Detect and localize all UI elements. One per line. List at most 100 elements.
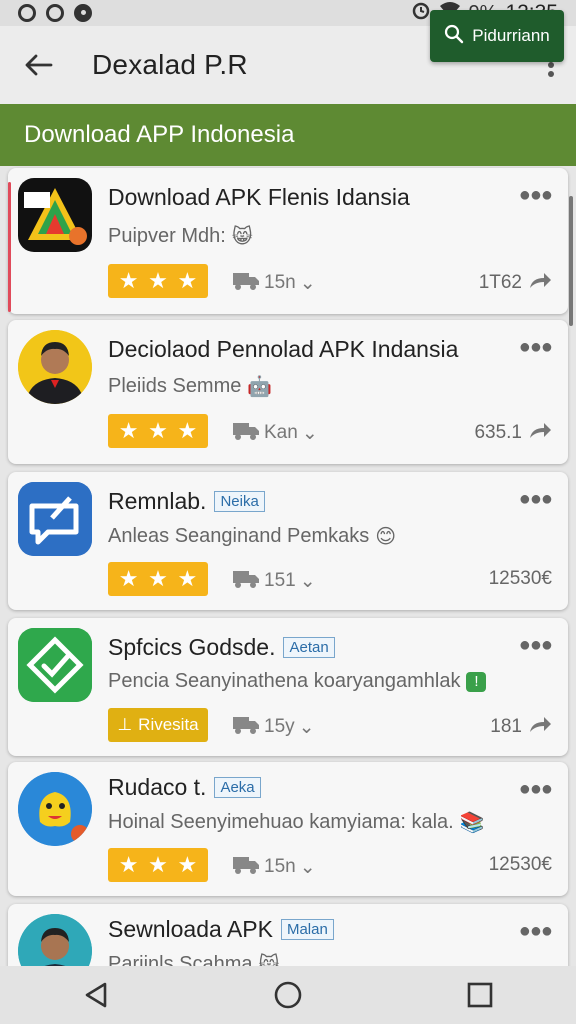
- app-title-text: Download APK Flenis Idansia: [108, 184, 410, 210]
- stack-icon: 📚: [459, 812, 485, 834]
- more-options-icon[interactable]: ●●●: [519, 634, 553, 657]
- star-icon: ★: [177, 418, 198, 443]
- app-count-text: 1T62: [478, 272, 522, 293]
- app-count: 12530€: [489, 568, 552, 590]
- app-subtitle: Hoinal Seenyimehuao kamyiama: kala. 📚: [108, 810, 485, 835]
- bookmark-icon: ⊥: [117, 715, 133, 734]
- download-count[interactable]: Kan ⌄: [232, 420, 318, 446]
- recents-square-icon[interactable]: [450, 966, 510, 1024]
- app-subtitle-text: Pencia Seanyinathena koaryangamhlak: [108, 670, 461, 692]
- rating-badge-text: Rivesita: [138, 715, 199, 734]
- app-count: 1T62: [479, 270, 552, 296]
- rating-stars: ★ ★ ★: [108, 562, 208, 596]
- app-title: Rudaco t. Aeka: [108, 774, 261, 801]
- rating-stars: ★ ★ ★: [108, 414, 208, 448]
- download-count[interactable]: 15n ⌄: [232, 270, 316, 296]
- app-count-text: 12530€: [488, 854, 552, 875]
- more-options-icon[interactable]: ●●●: [519, 488, 553, 511]
- emoji-icon: 😸: [258, 954, 280, 966]
- back-arrow-icon[interactable]: [0, 26, 76, 104]
- app-icon-person: [18, 330, 92, 404]
- star-icon: ★: [177, 566, 198, 591]
- banner-title: Download APP Indonesia: [24, 121, 295, 148]
- download-count[interactable]: 151 ⌄: [232, 568, 316, 594]
- alarm-icon: [411, 0, 431, 26]
- app-subtitle: Pleiids Semme 🤖: [108, 374, 272, 399]
- download-count-text: 15y: [264, 716, 295, 737]
- app-list: Download APK Flenis Idansia ●●● Puipver …: [0, 166, 576, 966]
- back-triangle-icon[interactable]: [66, 966, 126, 1024]
- app-title: Remnlab. Neika: [108, 488, 265, 515]
- app-icon-person2: [18, 914, 92, 966]
- app-subtitle: Pariinls Scahma 😸: [108, 952, 279, 966]
- star-icon: ★: [177, 268, 198, 293]
- more-options-icon[interactable]: ●●●: [519, 920, 553, 943]
- list-item[interactable]: Deciolaod Pennolad APK Indansia ●●● Plei…: [8, 320, 568, 464]
- list-item[interactable]: Remnlab. Neika ●●● Anleas Seanginand Pemk…: [8, 472, 568, 610]
- rating-stars: ★ ★ ★: [108, 264, 208, 298]
- truck-icon: [232, 714, 260, 740]
- app-subtitle-text: Pleiids Semme: [108, 375, 242, 397]
- app-count-text: 635.1: [474, 422, 522, 443]
- app-title-text: Sewnloada APK: [108, 916, 273, 942]
- list-item[interactable]: Sewnloada APK Malan ●●● Pariinls Scahma 😸: [8, 904, 568, 966]
- download-count[interactable]: 15n ⌄: [232, 854, 316, 880]
- app-icon-chat: [18, 482, 92, 556]
- download-count-text: 15n: [264, 272, 296, 293]
- rating-badge: ⊥ Rivesita: [108, 708, 208, 742]
- emoji-icon: 😸: [231, 226, 253, 248]
- app-count: 12530€: [489, 854, 552, 876]
- list-item[interactable]: Spfcics Godsde. Aetan ●●● Pencia Seanyina…: [8, 618, 568, 756]
- share-arrow-icon[interactable]: [528, 714, 552, 740]
- app-icon-a: [18, 178, 92, 252]
- android-icon: 🤖: [247, 376, 273, 398]
- truck-icon: [232, 270, 260, 296]
- status-left: [18, 4, 92, 22]
- whatsapp-icon: [46, 4, 64, 22]
- app-count-text: 12530€: [488, 568, 552, 589]
- app-title: Deciolaod Pennolad APK Indansia: [108, 336, 458, 363]
- app-subtitle: Anleas Seanginand Pemkaks 😊: [108, 524, 396, 549]
- app-tag: Aetan: [283, 637, 335, 658]
- truck-icon: [232, 420, 260, 446]
- list-item[interactable]: Rudaco t. Aeka ●●● Hoinal Seenyimehuao ka…: [8, 762, 568, 896]
- list-item[interactable]: Download APK Flenis Idansia ●●● Puipver …: [8, 168, 568, 314]
- star-icon: ★: [177, 852, 198, 877]
- app-icon-check: [18, 628, 92, 702]
- share-arrow-icon[interactable]: [528, 270, 552, 296]
- more-options-icon[interactable]: ●●●: [519, 184, 553, 207]
- app-title: Sewnloada APK Malan: [108, 916, 334, 943]
- app-subtitle: Puipver Mdh: 😸: [108, 224, 253, 249]
- star-icon: ★: [148, 418, 168, 443]
- app-subtitle: Pencia Seanyinathena koaryangamhlak!: [108, 670, 487, 693]
- app-subtitle-text: Hoinal Seenyimehuao kamyiama: kala.: [108, 811, 454, 833]
- more-options-icon[interactable]: ●●●: [519, 778, 553, 801]
- chevron-down-icon: ⌄: [299, 570, 316, 592]
- rating-stars: ★ ★ ★: [108, 848, 208, 882]
- star-icon: ★: [148, 566, 168, 591]
- app-tag: Neika: [214, 491, 265, 512]
- app-title: Spfcics Godsde. Aetan: [108, 634, 335, 661]
- app-count-text: 181: [490, 716, 522, 737]
- selection-indicator: [8, 182, 11, 312]
- notification-icon: [18, 4, 36, 22]
- star-icon: ★: [118, 566, 139, 591]
- download-count-text: 151: [264, 570, 296, 591]
- home-circle-icon[interactable]: [258, 966, 318, 1024]
- app-title-text: Deciolaod Pennolad APK Indansia: [108, 336, 459, 362]
- app-subtitle-text: Puipver Mdh:: [108, 225, 226, 247]
- app-tag: Malan: [280, 919, 334, 940]
- share-arrow-icon[interactable]: [528, 420, 552, 446]
- download-count-text: 15n: [264, 856, 296, 877]
- star-icon: ★: [118, 268, 139, 293]
- more-options-icon[interactable]: ●●●: [519, 336, 553, 359]
- star-icon: ★: [118, 852, 139, 877]
- download-count[interactable]: 15y ⌄: [232, 714, 315, 740]
- system-nav-bar: [0, 966, 576, 1024]
- scrollbar[interactable]: [569, 196, 573, 326]
- search-button-label: Pidurriann: [472, 26, 550, 45]
- search-button[interactable]: Pidurriann: [430, 10, 564, 62]
- truck-icon: [232, 854, 260, 880]
- app-subtitle-text: Anleas Seanginand Pemkaks: [108, 525, 370, 547]
- app-count: 181: [490, 714, 552, 740]
